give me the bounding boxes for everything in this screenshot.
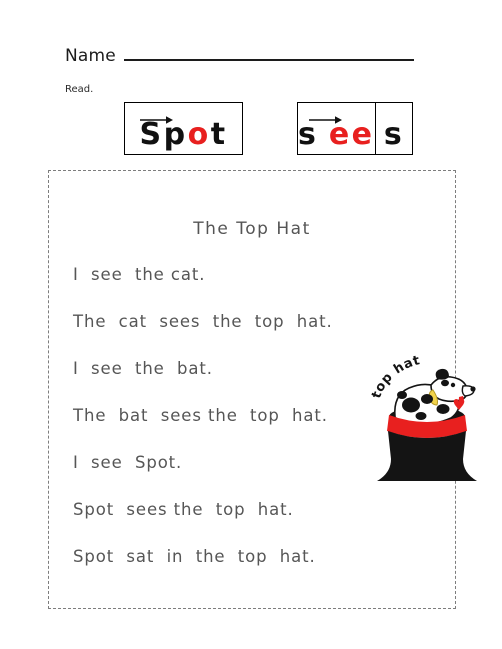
story-panel: The Top Hat I see the cat. The cat sees … — [48, 170, 477, 609]
story-title: The Top Hat — [193, 219, 311, 239]
word-text-s-final: s — [383, 117, 405, 152]
name-label: Name — [65, 46, 116, 66]
worksheet-page: Name Read. Spot s ee s The Top Hat I see… — [0, 0, 502, 649]
letter-s: S — [139, 117, 164, 152]
story-line: I see the cat. — [73, 265, 206, 284]
top-hat-dog-illustration: top hat — [369, 353, 479, 487]
word-text-spot: Spot — [139, 120, 227, 150]
story-line: Spot sees the top hat. — [73, 500, 294, 519]
story-line: The cat sees the top hat. — [73, 312, 333, 331]
read-instruction: Read. — [65, 84, 94, 95]
name-row: Name — [65, 46, 414, 66]
letter-t: t — [210, 117, 228, 152]
letter-p: p — [163, 117, 188, 152]
word-box-group: Spot s ee s — [0, 102, 502, 158]
letters-ee-highlight: ee — [328, 117, 375, 152]
word-cell-s-final: s — [374, 103, 413, 154]
word-box-spot[interactable]: Spot — [124, 102, 243, 155]
word-text-see: s ee — [298, 120, 375, 150]
name-input-line[interactable] — [123, 47, 414, 61]
word-cell-spot: Spot — [125, 103, 242, 154]
letter-s-initial: s — [298, 117, 319, 152]
word-cell-see: s ee — [298, 103, 375, 154]
letter-o-highlight: o — [187, 117, 211, 152]
story-line: Spot sat in the top hat. — [73, 547, 316, 566]
word-box-sees[interactable]: s ee s — [297, 102, 413, 155]
